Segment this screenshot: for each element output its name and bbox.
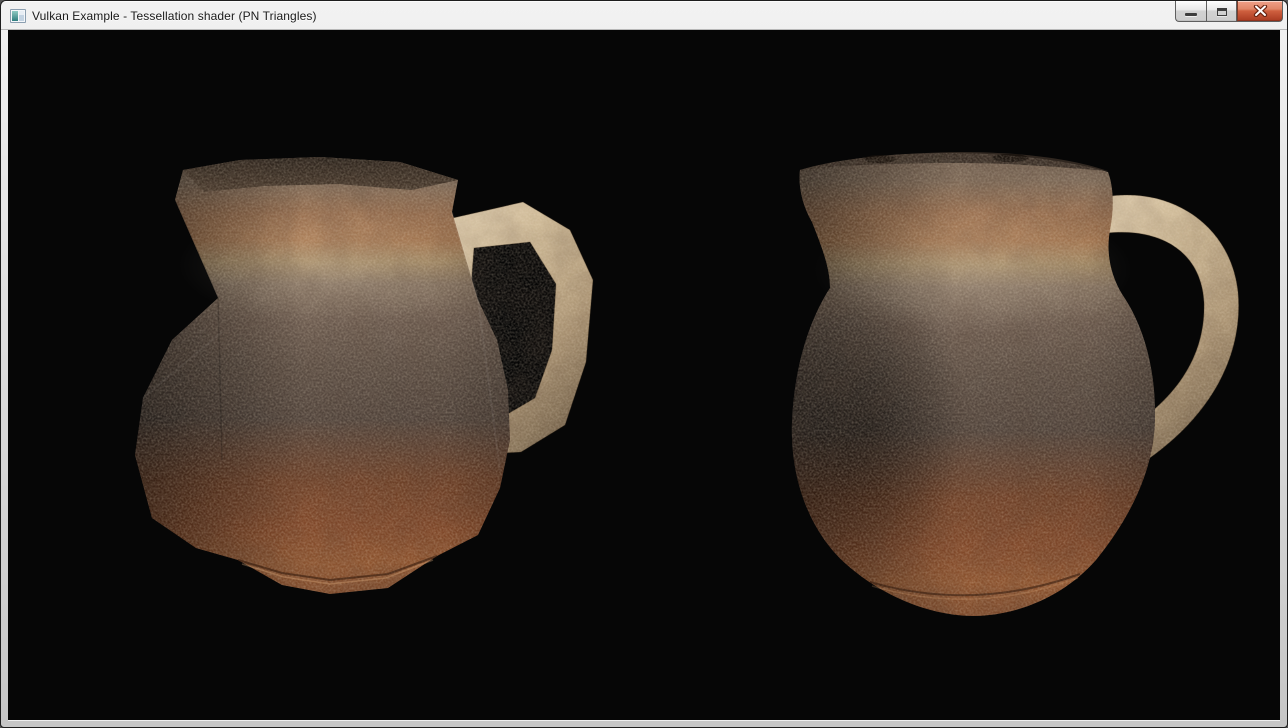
maximize-button[interactable] xyxy=(1206,1,1237,22)
jug-tessellated xyxy=(770,142,1254,630)
titlebar[interactable]: Vulkan Example - Tessellation shader (PN… xyxy=(1,1,1287,30)
close-button[interactable] xyxy=(1237,1,1283,22)
maximize-icon xyxy=(1217,8,1227,16)
app-icon xyxy=(10,9,26,23)
render-viewport[interactable] xyxy=(8,30,1280,720)
close-icon xyxy=(1253,5,1268,17)
jug-low-poly xyxy=(126,146,610,608)
window-controls xyxy=(1175,1,1283,22)
scene-svg xyxy=(8,30,1280,720)
app-window: Vulkan Example - Tessellation shader (PN… xyxy=(0,0,1288,728)
window-title: Vulkan Example - Tessellation shader (PN… xyxy=(32,9,317,23)
minimize-icon xyxy=(1185,13,1197,16)
minimize-button[interactable] xyxy=(1175,1,1206,22)
